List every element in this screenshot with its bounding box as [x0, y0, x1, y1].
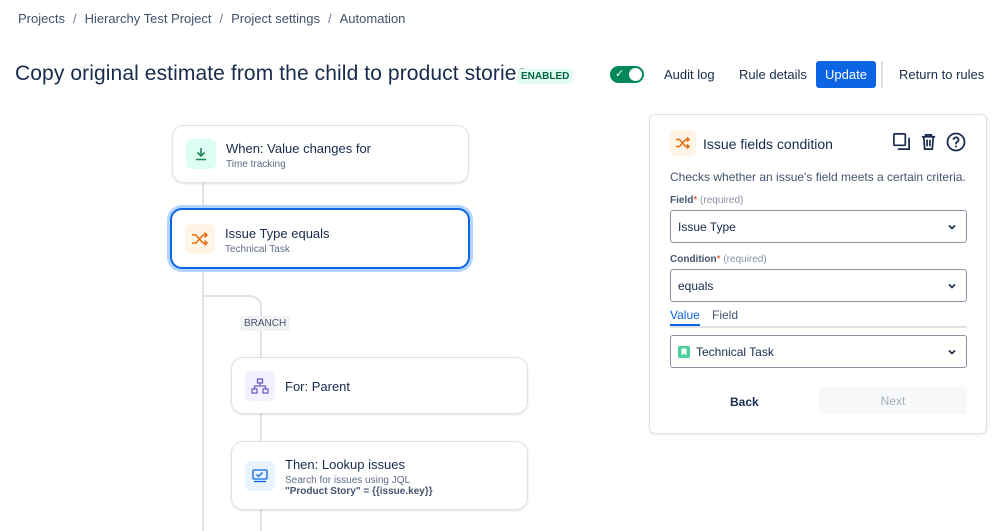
panel-title: Issue fields condition [703, 136, 833, 152]
branch-title: For: Parent [285, 379, 351, 394]
value-select[interactable]: Technical Task [670, 335, 967, 368]
breadcrumb-project-settings[interactable]: Project settings [231, 11, 320, 26]
enable-toggle[interactable]: ✓ [610, 66, 644, 83]
condition-select[interactable]: equals [670, 269, 967, 302]
action-jql: "Product Story" = {{issue.key}} [285, 486, 433, 497]
check-icon: ✓ [615, 68, 625, 80]
breadcrumb-separator: / [219, 11, 224, 26]
duplicate-icon[interactable] [892, 132, 911, 157]
page-title: Copy original estimate from the child to… [15, 62, 528, 85]
condition-subtitle: Technical Task [225, 244, 290, 255]
issue-fields-condition-panel: Issue fields condition Checks whether an… [649, 114, 987, 434]
rule-details-button[interactable]: Rule details [733, 61, 813, 88]
return-to-rules-button[interactable]: Return to rules [893, 61, 990, 88]
tab-value[interactable]: Value [670, 308, 700, 326]
breadcrumb-separator: / [328, 11, 332, 26]
condition-select-value: equals [678, 278, 714, 293]
breadcrumb-project[interactable]: Hierarchy Test Project [85, 11, 212, 26]
toggle-knob [629, 68, 642, 81]
breadcrumb-separator: / [72, 11, 77, 26]
action-card[interactable]: Then: Lookup issues Search for issues us… [231, 441, 528, 510]
tab-field[interactable]: Field [712, 308, 738, 322]
hierarchy-icon [245, 371, 275, 401]
breadcrumb-projects[interactable]: Projects [18, 11, 65, 26]
divider [881, 61, 883, 88]
trigger-card[interactable]: When: Value changes for Time tracking [172, 125, 469, 183]
branch-card[interactable]: For: Parent [231, 357, 528, 414]
branch-label: BRANCH [240, 316, 291, 331]
flow-connector [260, 510, 262, 531]
trash-icon[interactable] [919, 132, 938, 157]
field-select[interactable]: Issue Type [670, 210, 967, 243]
download-arrow-icon [186, 139, 216, 169]
next-button[interactable]: Next [819, 387, 967, 414]
panel-description: Checks whether an issue's field meets a … [670, 170, 966, 184]
breadcrumb-automation[interactable]: Automation [340, 11, 406, 26]
condition-title: Issue Type equals [225, 226, 330, 241]
lookup-icon [245, 461, 275, 491]
status-badge: ENABLED [517, 69, 574, 84]
audit-log-button[interactable]: Audit log [658, 61, 721, 88]
panel-actions [892, 132, 966, 157]
update-button[interactable]: Update [816, 61, 876, 88]
shuffle-icon [185, 224, 215, 254]
shuffle-icon [670, 130, 696, 156]
help-icon[interactable] [946, 132, 966, 157]
field-label: Field* (required) [670, 195, 744, 206]
field-select-value: Issue Type [678, 219, 736, 234]
flow-connector [260, 413, 262, 441]
trigger-subtitle: Time tracking [226, 159, 286, 170]
trigger-title: When: Value changes for [226, 141, 372, 156]
value-field-tabs: Value Field [670, 308, 967, 328]
condition-card[interactable]: Issue Type equals Technical Task [170, 208, 470, 269]
action-title: Then: Lookup issues [285, 457, 405, 472]
chevron-down-icon [947, 221, 957, 235]
condition-label: Condition* (required) [670, 254, 767, 265]
breadcrumb: Projects / Hierarchy Test Project / Proj… [18, 11, 405, 26]
chevron-down-icon [947, 280, 957, 294]
action-subtitle: Search for issues using JQL [285, 475, 411, 486]
chevron-down-icon [947, 346, 957, 360]
task-type-icon [678, 345, 690, 358]
back-button[interactable]: Back [730, 395, 759, 409]
value-select-value: Technical Task [696, 344, 774, 359]
